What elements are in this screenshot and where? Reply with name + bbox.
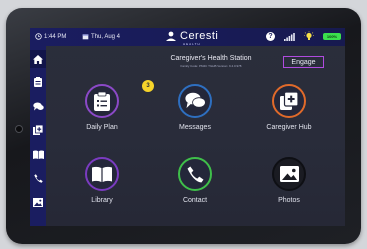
library-circle bbox=[85, 157, 119, 191]
tile-caregiver-hub[interactable]: Caregiver Hub bbox=[255, 84, 325, 144]
daily-plan-circle bbox=[85, 84, 119, 118]
tile-contact[interactable]: Contact bbox=[161, 157, 231, 217]
caregiver-hub-circle bbox=[272, 84, 306, 118]
tile-label: Messages bbox=[179, 124, 211, 131]
brand-name: Ceresti bbox=[180, 30, 219, 42]
help-icon[interactable]: ? bbox=[266, 32, 275, 41]
messages-circle bbox=[178, 84, 212, 118]
camera-dot bbox=[15, 125, 23, 133]
engage-button[interactable]: Engage bbox=[283, 56, 324, 68]
chat-icon bbox=[184, 92, 206, 108]
screen: 1:44 PM Thu, Aug 4 Ceresti HEALTH ? 100% bbox=[30, 28, 345, 226]
book-icon bbox=[92, 166, 112, 182]
lightbulb-icon[interactable] bbox=[304, 31, 314, 42]
tile-library[interactable]: Library bbox=[68, 157, 138, 217]
chat-icon bbox=[32, 102, 44, 110]
clock-icon bbox=[35, 33, 42, 40]
calendar-icon bbox=[82, 34, 89, 40]
sidebar bbox=[30, 46, 46, 226]
photos-circle bbox=[272, 157, 306, 191]
status-right: ? 100% bbox=[266, 31, 341, 42]
phone-icon bbox=[33, 173, 43, 183]
sidebar-library[interactable] bbox=[30, 145, 46, 163]
sidebar-caregiver-hub[interactable] bbox=[30, 121, 46, 139]
sidebar-photos[interactable] bbox=[30, 193, 46, 211]
image-icon bbox=[33, 197, 43, 207]
signal-icon bbox=[284, 32, 295, 41]
tile-daily-plan[interactable]: Daily Plan bbox=[68, 84, 138, 144]
sidebar-contact[interactable] bbox=[30, 169, 46, 187]
book-icon bbox=[32, 150, 44, 159]
tile-label: Daily Plan bbox=[86, 124, 118, 131]
clock: 1:44 PM bbox=[35, 33, 66, 40]
page-subtitle: Family Code: PM4C TGHB Version: 9.4.0.97… bbox=[180, 64, 242, 68]
status-bar: 1:44 PM Thu, Aug 4 Ceresti HEALTH ? 100% bbox=[30, 28, 345, 46]
add-document-icon bbox=[33, 125, 43, 135]
date-text: Thu, Aug 4 bbox=[91, 33, 121, 40]
tile-label: Contact bbox=[182, 197, 208, 204]
page-title: Caregiver's Health Station bbox=[170, 55, 252, 62]
tile-label: Library bbox=[91, 197, 113, 204]
clipboard-icon bbox=[34, 77, 42, 87]
image-icon bbox=[279, 166, 299, 182]
sidebar-daily-plan[interactable] bbox=[30, 73, 46, 91]
brand-logo: Ceresti HEALTH bbox=[165, 30, 219, 46]
person-logo-icon bbox=[166, 31, 176, 41]
tile-messages[interactable]: Messages bbox=[161, 84, 231, 144]
home-icon bbox=[33, 54, 43, 64]
notification-badge: 3 bbox=[142, 80, 154, 92]
add-document-icon bbox=[280, 92, 298, 110]
battery-indicator: 100% bbox=[323, 33, 341, 40]
sidebar-home[interactable] bbox=[30, 50, 46, 68]
contact-circle bbox=[178, 157, 212, 191]
date: Thu, Aug 4 bbox=[82, 33, 120, 40]
time-text: 1:44 PM bbox=[44, 33, 67, 40]
sidebar-messages[interactable] bbox=[30, 97, 46, 115]
brand-subtext: HEALTH bbox=[183, 42, 201, 46]
tile-label: Caregiver Hub bbox=[266, 124, 312, 131]
tile-label: Photos bbox=[278, 197, 300, 204]
phone-icon bbox=[187, 166, 203, 182]
tile-photos[interactable]: Photos bbox=[255, 157, 325, 217]
clipboard-icon bbox=[94, 91, 110, 111]
